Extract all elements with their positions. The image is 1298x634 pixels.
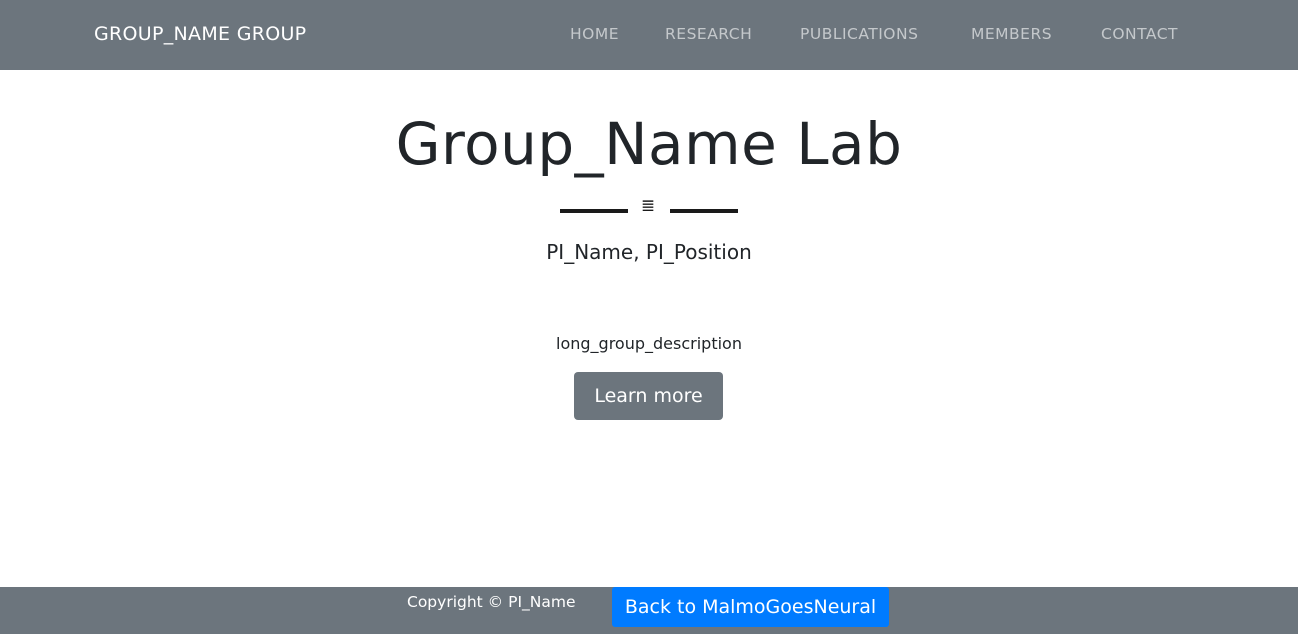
nav-link-research[interactable]: RESEARCH — [665, 24, 752, 44]
nav-link-members[interactable]: MEMBERS — [971, 24, 1052, 44]
nav-link-publications[interactable]: PUBLICATIONS — [800, 24, 918, 44]
back-to-malmogoesneural-button[interactable]: Back to MalmoGoesNeural — [612, 587, 889, 627]
page-title: Group_Name Lab — [395, 110, 903, 178]
nav-link-contact[interactable]: CONTACT — [1101, 24, 1178, 44]
nav-link-home[interactable]: HOME — [570, 24, 619, 44]
divider-line-right — [670, 209, 738, 213]
divider-line-left — [560, 209, 628, 213]
list-icon: ≣ — [640, 196, 656, 216]
copyright-text: Copyright © PI_Name — [407, 593, 576, 611]
navbar-brand[interactable]: GROUP_NAME GROUP — [94, 21, 306, 47]
footer: Copyright © PI_Name Back to MalmoGoesNeu… — [0, 587, 1298, 634]
top-navbar: GROUP_NAME GROUP HOME RESEARCH PUBLICATI… — [0, 0, 1298, 70]
learn-more-button[interactable]: Learn more — [574, 372, 723, 420]
group-description: long_group_description — [556, 334, 742, 353]
pi-subheading: PI_Name, PI_Position — [546, 240, 752, 264]
